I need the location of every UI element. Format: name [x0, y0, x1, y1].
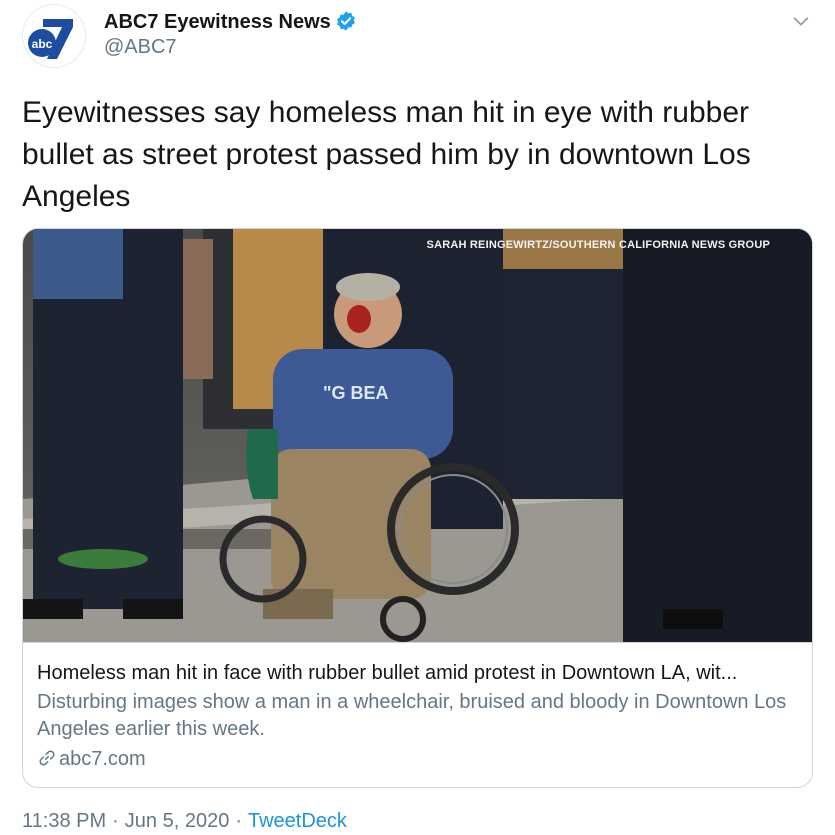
author-name[interactable]: ABC7 Eyewitness News — [104, 10, 357, 34]
link-card[interactable]: "G BEA SARAH REINGEWIRTZ/SOUTHERN CALIFO… — [22, 228, 813, 788]
card-domain-text: abc7.com — [59, 748, 146, 770]
tweet-meta: 11:38 PM · Jun 5, 2020 · TweetDeck — [22, 810, 347, 833]
card-description: Disturbing images show a man in a wheelc… — [37, 691, 787, 740]
author-handle[interactable]: @ABC7 — [104, 36, 177, 59]
tweet-date[interactable]: Jun 5, 2020 — [125, 810, 230, 832]
tweet-text: Eyewitnesses say homeless man hit in eye… — [22, 96, 751, 213]
news-photo: "G BEA — [23, 229, 812, 642]
tweet-time[interactable]: 11:38 PM — [22, 810, 106, 832]
card-body[interactable]: Homeless man hit in face with rubber bul… — [23, 642, 812, 787]
avatar[interactable]: abc — [22, 4, 86, 68]
abc7-logo-icon: abc — [24, 6, 85, 67]
svg-text:"G BEA: "G BEA — [323, 383, 389, 403]
card-image[interactable]: "G BEA SARAH REINGEWIRTZ/SOUTHERN CALIFO… — [23, 229, 812, 642]
card-domain: abc7.com — [37, 745, 800, 773]
author-name-text[interactable]: ABC7 Eyewitness News — [104, 11, 331, 33]
card-title: Homeless man hit in face with rubber bul… — [37, 662, 738, 684]
svg-text:abc: abc — [32, 37, 53, 51]
link-icon — [39, 750, 55, 766]
chevron-down-icon[interactable] — [790, 10, 812, 32]
meta-separator-2: · — [235, 810, 242, 832]
image-credit: SARAH REINGEWIRTZ/SOUTHERN CALIFORNIA NE… — [426, 239, 770, 251]
tweet-header: abc ABC7 Eyewitness News @ABC7 — [22, 4, 822, 68]
verified-badge-icon — [336, 11, 355, 31]
meta-separator: · — [112, 810, 119, 832]
tweet-source-link[interactable]: TweetDeck — [248, 810, 347, 832]
